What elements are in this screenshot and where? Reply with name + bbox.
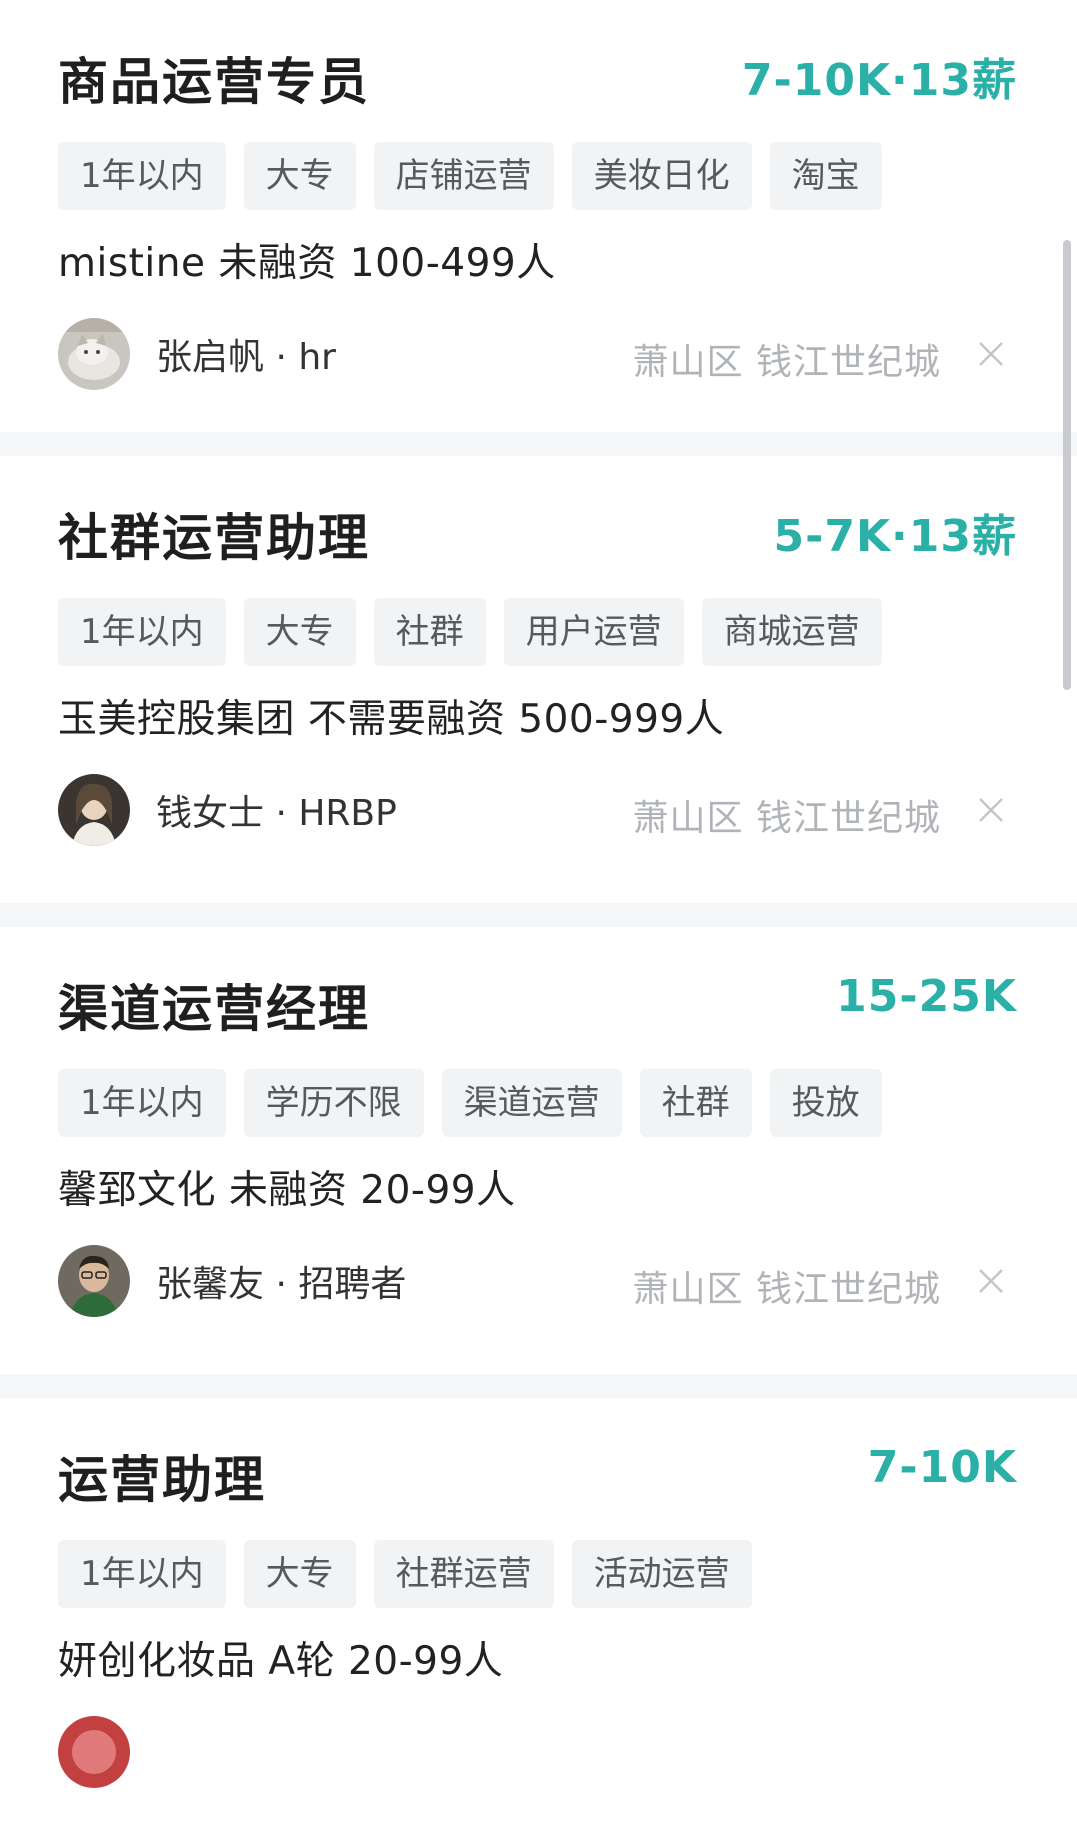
- recruiter: 钱女士 · HRBP: [58, 774, 397, 846]
- job-location: 萧山区 钱江世纪城: [632, 1269, 941, 1310]
- close-icon[interactable]: [975, 1265, 1007, 1297]
- job-salary: 15-25K: [836, 971, 1017, 1022]
- job-title: 商品运营专员: [58, 53, 370, 111]
- tag-education: 大专: [243, 1540, 356, 1608]
- tag-education: 学历不限: [243, 1069, 424, 1137]
- recruiter: 张启帆 · hr: [58, 318, 336, 390]
- card-divider: [0, 1374, 1077, 1398]
- tag-skill: 社群: [373, 598, 486, 666]
- card-divider: [0, 903, 1077, 927]
- avatar: [58, 1716, 130, 1788]
- tag-skill: 用户运营: [503, 598, 684, 666]
- job-title: 渠道运营经理: [58, 980, 370, 1038]
- company-info: 馨郅文化 未融资 20-99人: [58, 1168, 516, 1213]
- job-tags: 1年以内 大专 社群运营 活动运营: [58, 1540, 752, 1608]
- tag-education: 大专: [243, 598, 356, 666]
- recruiter-name: 钱女士 · HRBP: [156, 793, 397, 834]
- tag-skill: 美妆日化: [571, 142, 752, 210]
- company-info: 玉美控股集团 不需要融资 500-999人: [58, 697, 725, 742]
- tag-education: 大专: [243, 142, 356, 210]
- tag-skill: 淘宝: [769, 142, 882, 210]
- job-card[interactable]: 社群运营助理 5-7K·13薪 1年以内 大专 社群 用户运营 商城运营 玉美控…: [0, 456, 1077, 903]
- recruiter-name: 张启帆 · hr: [156, 337, 336, 378]
- recruiter: [58, 1716, 130, 1788]
- job-salary: 7-10K·13薪: [741, 55, 1017, 106]
- close-icon[interactable]: [975, 794, 1007, 826]
- tag-skill: 渠道运营: [441, 1069, 622, 1137]
- tag-skill: 活动运营: [571, 1540, 752, 1608]
- avatar: [58, 1245, 130, 1317]
- close-icon[interactable]: [975, 338, 1007, 370]
- job-tags: 1年以内 学历不限 渠道运营 社群 投放: [58, 1069, 882, 1137]
- job-salary: 5-7K·13薪: [773, 511, 1017, 562]
- job-location: 萧山区 钱江世纪城: [632, 798, 941, 839]
- job-card[interactable]: 商品运营专员 7-10K·13薪 1年以内 大专 店铺运营 美妆日化 淘宝 mi…: [0, 0, 1077, 432]
- tag-experience: 1年以内: [58, 1069, 226, 1137]
- tag-skill: 社群: [639, 1069, 752, 1137]
- job-salary: 7-10K: [867, 1442, 1017, 1493]
- company-info: 妍创化妆品 A轮 20-99人: [58, 1639, 504, 1684]
- scrollbar[interactable]: [1063, 240, 1071, 690]
- tag-skill: 投放: [769, 1069, 882, 1137]
- job-card[interactable]: 渠道运营经理 15-25K 1年以内 学历不限 渠道运营 社群 投放 馨郅文化 …: [0, 927, 1077, 1374]
- job-tags: 1年以内 大专 店铺运营 美妆日化 淘宝: [58, 142, 882, 210]
- recruiter: 张馨友 · 招聘者: [58, 1245, 406, 1317]
- job-feed: 商品运营专员 7-10K·13薪 1年以内 大专 店铺运营 美妆日化 淘宝 mi…: [0, 0, 1077, 1845]
- job-title: 社群运营助理: [58, 509, 370, 567]
- avatar: [58, 318, 130, 390]
- avatar: [58, 774, 130, 846]
- company-info: mistine 未融资 100-499人: [58, 241, 556, 286]
- tag-experience: 1年以内: [58, 1540, 226, 1608]
- job-tags: 1年以内 大专 社群 用户运营 商城运营: [58, 598, 882, 666]
- job-card[interactable]: 运营助理 7-10K 1年以内 大专 社群运营 活动运营 妍创化妆品 A轮 20…: [0, 1398, 1077, 1845]
- tag-skill: 店铺运营: [373, 142, 554, 210]
- job-title: 运营助理: [58, 1451, 266, 1509]
- recruiter-name: 张馨友 · 招聘者: [156, 1264, 407, 1305]
- job-location: 萧山区 钱江世纪城: [632, 342, 941, 383]
- tag-skill: 商城运营: [701, 598, 882, 666]
- tag-experience: 1年以内: [58, 598, 226, 666]
- tag-skill: 社群运营: [373, 1540, 554, 1608]
- card-divider: [0, 432, 1077, 456]
- tag-experience: 1年以内: [58, 142, 226, 210]
